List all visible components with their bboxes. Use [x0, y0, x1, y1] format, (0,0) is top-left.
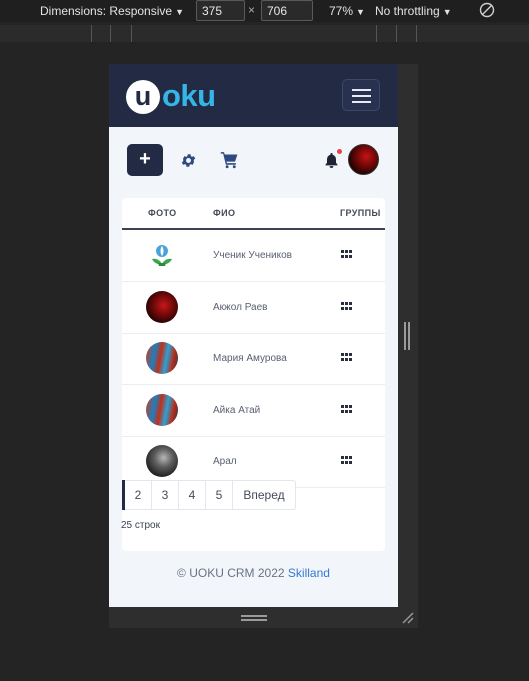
times-icon: ×	[248, 3, 256, 17]
table-row[interactable]: Мария Амурова	[122, 333, 385, 385]
student-photo	[146, 394, 178, 426]
caret-down-icon: ▼	[442, 7, 452, 17]
app-header: u oku	[109, 64, 398, 127]
rows-count: 25 строк	[121, 520, 160, 531]
resize-corner-icon[interactable]	[402, 612, 414, 624]
groups-grid-icon[interactable]	[341, 405, 352, 414]
column-header-photo: ФОТО	[148, 208, 177, 218]
logo-letter: u	[134, 81, 152, 111]
zoom-label: 77%	[329, 4, 354, 18]
groups-grid-icon[interactable]	[341, 353, 352, 362]
lotus-logo-icon	[152, 245, 172, 266]
student-photo	[146, 291, 178, 323]
student-photo	[146, 342, 178, 374]
groups-grid-icon[interactable]	[341, 456, 352, 465]
logo-text: oku	[162, 78, 216, 113]
bell-icon[interactable]	[324, 152, 339, 169]
footer-copyright: © UOKU CRM 2022	[177, 566, 285, 580]
devtools-toolbar: Dimensions: Responsive ▼ 375 × 706 77% ▼ N…	[0, 0, 529, 22]
hamburger-menu-button[interactable]	[342, 79, 380, 111]
height-input[interactable]: 706	[261, 0, 313, 21]
hamburger-icon	[352, 89, 371, 91]
device-viewport: u oku + ФОТО ФИО ГРУППЫ Ученик Учеников …	[109, 64, 398, 607]
resize-handle-right[interactable]	[404, 322, 412, 350]
table-row[interactable]: Ученик Учеников	[122, 230, 385, 282]
gear-icon[interactable]	[180, 152, 197, 169]
next-page-link[interactable]: Вперед	[233, 480, 296, 510]
dimensions-label: Dimensions: Responsive	[40, 4, 173, 18]
student-name: Ученик Учеников	[213, 250, 292, 261]
rotate-icon[interactable]	[479, 2, 495, 18]
page-link-3[interactable]: 3	[152, 480, 179, 510]
page-link-2[interactable]: 2	[125, 480, 152, 510]
page-link-5[interactable]: 5	[206, 480, 233, 510]
page-link-4[interactable]: 4	[179, 480, 206, 510]
student-name: Акжол Раев	[213, 302, 268, 313]
column-header-groups: ГРУППЫ	[340, 208, 381, 218]
student-photo	[146, 239, 178, 271]
uoku-logo[interactable]: u oku	[126, 78, 236, 116]
pagination: 2 3 4 5 Вперед	[122, 480, 296, 510]
width-input[interactable]: 375	[196, 0, 245, 21]
cart-icon[interactable]	[220, 151, 239, 169]
groups-grid-icon[interactable]	[341, 250, 352, 259]
media-query-ruler[interactable]	[0, 25, 529, 42]
caret-down-icon: ▼	[356, 7, 365, 17]
student-photo	[146, 445, 178, 477]
groups-grid-icon[interactable]	[341, 302, 352, 311]
add-button[interactable]: +	[127, 144, 163, 176]
throttling-dropdown[interactable]: No throttling ▼	[375, 4, 452, 18]
table-row[interactable]: Айка Атай	[122, 385, 385, 437]
zoom-dropdown[interactable]: 77% ▼	[329, 4, 365, 18]
user-avatar[interactable]	[348, 144, 379, 175]
student-name: Айка Атай	[213, 405, 261, 416]
footer: © UOKU CRM 2022 Skilland	[109, 566, 398, 580]
resize-handle-bottom[interactable]	[241, 615, 267, 621]
dimensions-dropdown[interactable]: Dimensions: Responsive ▼	[40, 4, 184, 18]
notification-dot	[337, 149, 342, 154]
column-header-name: ФИО	[213, 208, 236, 218]
caret-down-icon: ▼	[175, 7, 184, 17]
student-name: Мария Амурова	[213, 353, 287, 364]
student-name: Арал	[213, 456, 237, 467]
footer-link-skilland[interactable]: Skilland	[288, 566, 330, 580]
table-row[interactable]: Акжол Раев	[122, 282, 385, 334]
throttle-label: No throttling	[375, 4, 440, 18]
